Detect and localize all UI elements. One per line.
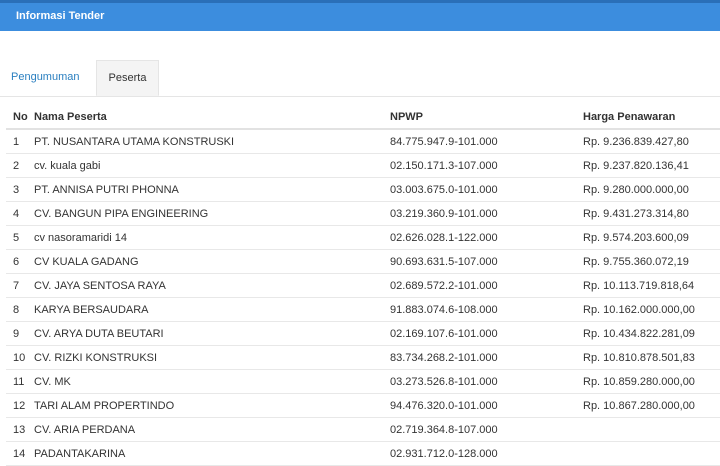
cell-name: PT. NUSANTARA UTAMA KONSTRUSKI bbox=[34, 129, 390, 154]
cell-price: Rp. 10.162.000.000,00 bbox=[583, 297, 720, 322]
cell-no: 10 bbox=[6, 345, 34, 370]
cell-name: KARYA BERSAUDARA bbox=[34, 297, 390, 322]
cell-npwp: 02.626.028.1-122.000 bbox=[390, 225, 583, 250]
cell-name: CV KUALA GADANG bbox=[34, 249, 390, 274]
cell-no: 4 bbox=[6, 201, 34, 226]
cell-npwp: 02.169.107.6-101.000 bbox=[390, 321, 583, 346]
table-row: 2 cv. kuala gabi 02.150.171.3-107.000 Rp. 9… bbox=[6, 153, 720, 178]
cell-npwp: 02.719.364.8-107.000 bbox=[390, 417, 583, 442]
header-no: No bbox=[6, 105, 34, 130]
cell-price: Rp. 10.867.280.000,00 bbox=[583, 393, 720, 418]
cell-price: Rp. 10.113.719.818,64 bbox=[583, 273, 720, 298]
header-npwp: NPWP bbox=[390, 105, 583, 130]
tab-bar: Pengumuman Peserta bbox=[0, 60, 720, 97]
table-row: 5 cv nasoramaridi 14 02.626.028.1-122.000 R… bbox=[6, 225, 720, 250]
header-name: Nama Peserta bbox=[34, 105, 390, 130]
cell-npwp: 02.931.712.0-128.000 bbox=[390, 441, 583, 466]
cell-npwp: 02.689.572.2-101.000 bbox=[390, 273, 583, 298]
tab-peserta[interactable]: Peserta bbox=[96, 60, 159, 96]
cell-name: CV. MK bbox=[34, 369, 390, 394]
cell-no: 1 bbox=[6, 129, 34, 154]
table-row: 10 CV. RIZKI KONSTRUKSI 83.734.268.2-101.0… bbox=[6, 345, 720, 370]
participants-table: No Nama Peserta NPWP Harga Penawaran 1 PT… bbox=[6, 105, 720, 466]
cell-price: Rp. 9.574.203.600,09 bbox=[583, 225, 720, 250]
cell-npwp: 90.693.631.5-107.000 bbox=[390, 249, 583, 274]
table-header-row: No Nama Peserta NPWP Harga Penawaran bbox=[6, 105, 720, 130]
cell-no: 6 bbox=[6, 249, 34, 274]
cell-price bbox=[583, 417, 720, 442]
cell-no: 13 bbox=[6, 417, 34, 442]
cell-no: 8 bbox=[6, 297, 34, 322]
cell-no: 9 bbox=[6, 321, 34, 346]
cell-price: Rp. 9.236.839.427,80 bbox=[583, 129, 720, 154]
cell-no: 12 bbox=[6, 393, 34, 418]
table-row: 13 CV. ARIA PERDANA 02.719.364.8-107.000 bbox=[6, 417, 720, 442]
cell-name: CV. RIZKI KONSTRUKSI bbox=[34, 345, 390, 370]
cell-price: Rp. 9.431.273.314,80 bbox=[583, 201, 720, 226]
cell-npwp: 91.883.074.6-108.000 bbox=[390, 297, 583, 322]
cell-price: Rp. 9.755.360.072,19 bbox=[583, 249, 720, 274]
cell-name: TARI ALAM PROPERTINDO bbox=[34, 393, 390, 418]
cell-npwp: 02.150.171.3-107.000 bbox=[390, 153, 583, 178]
panel-header: Informasi Tender bbox=[0, 0, 720, 31]
cell-npwp: 84.775.947.9-101.000 bbox=[390, 129, 583, 154]
table-row: 9 CV. ARYA DUTA BEUTARI 02.169.107.6-101.0… bbox=[6, 321, 720, 346]
cell-price: Rp. 9.237.820.136,41 bbox=[583, 153, 720, 178]
cell-npwp: 03.003.675.0-101.000 bbox=[390, 177, 583, 202]
tab-pengumuman[interactable]: Pengumuman bbox=[0, 60, 91, 96]
cell-price: Rp. 10.810.878.501,83 bbox=[583, 345, 720, 370]
cell-no: 7 bbox=[6, 273, 34, 298]
cell-npwp: 83.734.268.2-101.000 bbox=[390, 345, 583, 370]
cell-npwp: 03.219.360.9-101.000 bbox=[390, 201, 583, 226]
cell-price: Rp. 9.280.000.000,00 bbox=[583, 177, 720, 202]
cell-npwp: 94.476.320.0-101.000 bbox=[390, 393, 583, 418]
cell-name: CV. JAYA SENTOSA RAYA bbox=[34, 273, 390, 298]
cell-name: PADANTAKARINA bbox=[34, 441, 390, 466]
table-row: 4 CV. BANGUN PIPA ENGINEERING 03.219.360.9… bbox=[6, 201, 720, 226]
table-row: 1 PT. NUSANTARA UTAMA KONSTRUSKI 84.775.94… bbox=[6, 129, 720, 154]
table-row: 12 TARI ALAM PROPERTINDO 94.476.320.0-101.… bbox=[6, 393, 720, 418]
table-row: 11 CV. MK 03.273.526.8-101.000 Rp. 10.859.2… bbox=[6, 369, 720, 394]
table-row: 7 CV. JAYA SENTOSA RAYA 02.689.572.2-101.0… bbox=[6, 273, 720, 298]
cell-name: CV. BANGUN PIPA ENGINEERING bbox=[34, 201, 390, 226]
table-row: 6 CV KUALA GADANG 90.693.631.5-107.000 Rp. … bbox=[6, 249, 720, 274]
cell-price: Rp. 10.434.822.281,09 bbox=[583, 321, 720, 346]
table-row: 8 KARYA BERSAUDARA 91.883.074.6-108.000 Rp.… bbox=[6, 297, 720, 322]
cell-no: 3 bbox=[6, 177, 34, 202]
cell-name: PT. ANNISA PUTRI PHONNA bbox=[34, 177, 390, 202]
cell-name: cv nasoramaridi 14 bbox=[34, 225, 390, 250]
table-row: 14 PADANTAKARINA 02.931.712.0-128.000 bbox=[6, 441, 720, 466]
cell-name: CV. ARIA PERDANA bbox=[34, 417, 390, 442]
header-price: Harga Penawaran bbox=[583, 105, 720, 130]
cell-no: 11 bbox=[6, 369, 34, 394]
table-body: 1 PT. NUSANTARA UTAMA KONSTRUSKI 84.775.94… bbox=[6, 129, 720, 466]
panel-title: Informasi Tender bbox=[16, 10, 105, 22]
cell-price: Rp. 10.859.280.000,00 bbox=[583, 369, 720, 394]
cell-no: 14 bbox=[6, 441, 34, 466]
table-row: 3 PT. ANNISA PUTRI PHONNA 03.003.675.0-101… bbox=[6, 177, 720, 202]
cell-name: cv. kuala gabi bbox=[34, 153, 390, 178]
cell-name: CV. ARYA DUTA BEUTARI bbox=[34, 321, 390, 346]
cell-npwp: 03.273.526.8-101.000 bbox=[390, 369, 583, 394]
cell-no: 5 bbox=[6, 225, 34, 250]
cell-no: 2 bbox=[6, 153, 34, 178]
cell-price bbox=[583, 441, 720, 466]
